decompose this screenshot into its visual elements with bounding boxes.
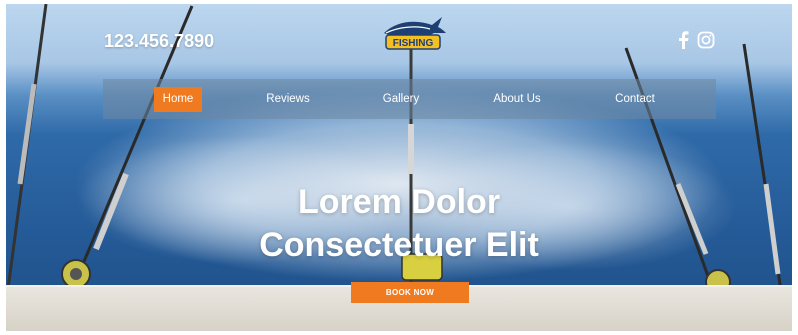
book-now-button[interactable]: BOOK NOW	[351, 282, 469, 303]
logo-text: FISHING	[393, 38, 434, 49]
social-links	[676, 31, 715, 54]
nav-item-gallery[interactable]: Gallery	[371, 87, 431, 112]
marlin-fish-logo-icon: FISHING	[384, 17, 446, 50]
site-logo[interactable]: FISHING	[376, 11, 448, 66]
nav-item-contact[interactable]: Contact	[603, 87, 667, 112]
main-navigation: Home Reviews Gallery About Us Contact	[103, 79, 716, 119]
facebook-icon[interactable]	[676, 31, 690, 54]
nav-item-home[interactable]: Home	[154, 87, 202, 112]
hero-headline: Lorem Dolor Consectetuer Elit	[0, 181, 798, 267]
nav-item-reviews[interactable]: Reviews	[257, 87, 319, 112]
nav-item-about-us[interactable]: About Us	[481, 87, 553, 112]
hero-headline-line-1: Lorem Dolor	[297, 183, 501, 221]
phone-number[interactable]: 123.456.7890	[104, 31, 214, 52]
instagram-icon[interactable]	[697, 31, 715, 54]
hero-headline-line-2: Consectetuer Elit	[259, 226, 539, 264]
